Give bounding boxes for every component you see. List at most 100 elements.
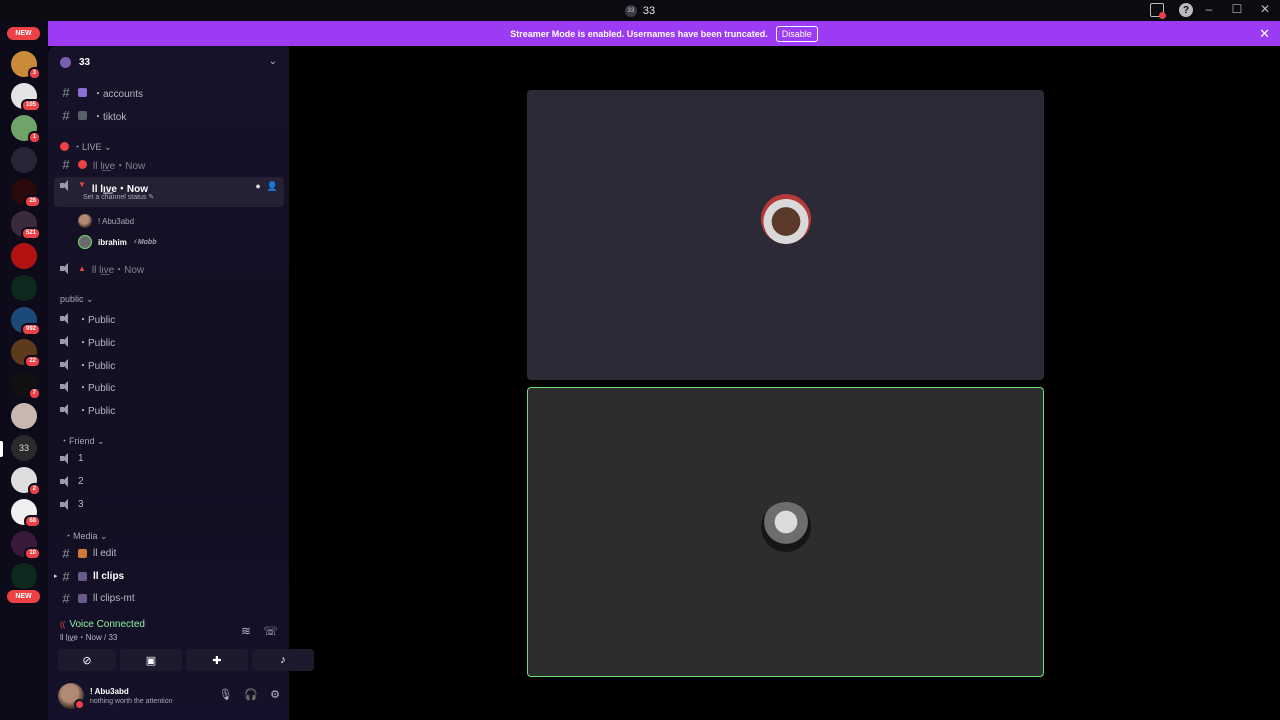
- server-icon-3[interactable]: 1: [11, 115, 41, 144]
- close-window-button[interactable]: ✕: [1258, 2, 1272, 16]
- voice-channel-path[interactable]: ll lι͟ve・Now / 33: [60, 632, 117, 643]
- channel-public-3[interactable]: ・Public: [54, 354, 284, 374]
- server-icon-5[interactable]: 26: [11, 179, 41, 208]
- server-badge: 2: [27, 483, 41, 496]
- soundboard-button[interactable]: ♪: [252, 649, 314, 671]
- server-icon-15[interactable]: 68: [11, 499, 41, 528]
- minimize-button[interactable]: –: [1202, 2, 1216, 16]
- channel-label: ・tiktok: [93, 111, 127, 123]
- camera-off-button[interactable]: ⊘: [58, 649, 116, 671]
- help-icon[interactable]: ?: [1179, 3, 1193, 17]
- user-custom-status: nothing worth the attention: [90, 698, 173, 705]
- noise-suppression-icon[interactable]: ≋: [241, 624, 251, 638]
- chevron-down-icon[interactable]: ⌄: [269, 56, 277, 67]
- channel-sidebar: 33 ⌄ # ・accounts # ・tiktok ・LIVE ⌄ # ll …: [48, 46, 314, 720]
- voice-user-abu3abd[interactable]: ! Abu3abd: [78, 212, 134, 230]
- server-icon-33[interactable]: 33: [11, 435, 37, 461]
- channel-public-1[interactable]: ・Public: [54, 308, 284, 328]
- category-live[interactable]: ・LIVE ⌄: [60, 140, 112, 153]
- category-label: public ⌄: [60, 294, 94, 304]
- channel-live-text[interactable]: # ll lι͟ve・Now: [54, 154, 284, 174]
- channel-friend-1[interactable]: 1: [54, 448, 284, 468]
- channel-public-2[interactable]: ・Public: [54, 331, 284, 351]
- server-icon-16[interactable]: 10: [11, 531, 41, 560]
- server-badge: 521: [20, 227, 41, 240]
- channel-label: ll clips: [93, 570, 125, 582]
- channel-accounts[interactable]: # ・accounts: [54, 82, 284, 102]
- server-badge: 105: [20, 99, 41, 112]
- new-pill-top[interactable]: NEW: [7, 27, 40, 40]
- disable-streamer-mode-button[interactable]: Disable: [775, 25, 818, 42]
- voice-user-tag: ⚡Mobb: [132, 239, 157, 246]
- screen-share-button[interactable]: ▣: [120, 649, 182, 671]
- voice-channel-icon: [60, 262, 72, 274]
- disconnect-icon[interactable]: ☏: [263, 624, 278, 638]
- server-icon-12[interactable]: [11, 403, 37, 429]
- text-channel-icon: #: [62, 590, 70, 606]
- channel-label: ・Public: [78, 337, 116, 349]
- channel-emoji: [78, 159, 87, 169]
- channel-label: ll lι͟ve・Now: [93, 160, 146, 172]
- voice-channel-icon: [60, 358, 72, 370]
- category-friend[interactable]: ・Friend ⌄: [60, 434, 105, 447]
- new-pill-bottom[interactable]: NEW: [7, 590, 40, 603]
- server-header[interactable]: 33 ⌄: [48, 46, 289, 79]
- channel-emoji: [78, 571, 87, 581]
- channel-live-voice-active[interactable]: ▼ ll lι͟ve・Now Set a channel status ✎ ● …: [54, 177, 284, 207]
- microphone-icon[interactable]: 🎙: [218, 688, 232, 701]
- server-icon-17[interactable]: [11, 563, 37, 589]
- participant-avatar-1: [760, 194, 811, 244]
- voice-channel-icon: [60, 380, 72, 392]
- server-icon-11[interactable]: 7: [11, 371, 41, 400]
- activities-button[interactable]: ✚: [186, 649, 248, 671]
- window-title-text: 33: [642, 4, 656, 17]
- user-avatar[interactable]: [58, 683, 85, 710]
- channel-friend-3[interactable]: 3: [54, 494, 284, 514]
- server-icon-14[interactable]: 2: [11, 467, 41, 496]
- set-channel-status[interactable]: Set a channel status ✎: [83, 193, 154, 201]
- gear-icon[interactable]: ⚙: [270, 688, 280, 701]
- channel-label: 3: [78, 498, 84, 510]
- invite-icon[interactable]: 👤: [267, 181, 278, 192]
- channel-friend-2[interactable]: 2: [54, 471, 284, 491]
- server-icon-7[interactable]: [11, 243, 37, 269]
- channel-edit[interactable]: # ll edit: [54, 543, 284, 563]
- chat-bubble-icon[interactable]: ●: [255, 181, 260, 192]
- category-label: ・LIVE ⌄: [73, 142, 112, 152]
- server-icon-1[interactable]: 3: [11, 51, 41, 80]
- server-icon-4[interactable]: [11, 147, 37, 173]
- category-media[interactable]: ・Media ⌄: [60, 529, 108, 542]
- server-icon-2[interactable]: 105: [11, 83, 41, 112]
- channel-live-voice-2[interactable]: ▲ ll lι͟ve・Now: [54, 258, 284, 278]
- unread-arrow-icon: ▸: [54, 573, 58, 580]
- voice-user-name: ibrahim: [98, 237, 127, 247]
- headphones-icon[interactable]: 🎧: [244, 688, 258, 701]
- voice-status-title: Voice Connected: [69, 619, 145, 630]
- voice-channel-icon: [60, 452, 72, 464]
- channel-public-5[interactable]: ・Public: [54, 399, 284, 419]
- inbox-icon[interactable]: [1150, 3, 1166, 19]
- category-public[interactable]: public ⌄: [60, 294, 94, 305]
- voice-tile-2-speaking[interactable]: [527, 387, 1044, 677]
- voice-channel-icon: [60, 475, 72, 487]
- channel-public-4[interactable]: ・Public: [54, 376, 284, 396]
- channel-clips[interactable]: ▸ # ll clips: [54, 566, 284, 586]
- avatar: [78, 235, 92, 249]
- text-channel-icon: #: [62, 545, 70, 561]
- server-icon-10[interactable]: 22: [11, 339, 41, 368]
- category-label: ・Friend ⌄: [60, 436, 105, 446]
- voice-connected-panel: (( Voice Connected ll lι͟ve・Now / 33 ≋ ☏…: [54, 614, 314, 676]
- server-icon-6[interactable]: 521: [11, 211, 41, 240]
- live-marker-icon: ▲: [78, 263, 86, 273]
- voice-user-ibrahim[interactable]: ibrahim ⚡Mobb: [78, 233, 156, 251]
- maximize-button[interactable]: ☐: [1230, 2, 1244, 16]
- participant-avatar-2: [760, 502, 811, 552]
- live-dot-icon: [60, 142, 69, 151]
- server-icon-9[interactable]: 992: [11, 307, 41, 336]
- channel-tiktok[interactable]: # ・tiktok: [54, 105, 284, 125]
- server-icon-8[interactable]: [11, 275, 37, 301]
- banner-close-icon[interactable]: ✕: [1259, 26, 1270, 42]
- channel-clips-mt[interactable]: # ll clips-mt: [54, 588, 284, 608]
- server-header-icon: [60, 57, 71, 68]
- voice-tile-1[interactable]: [527, 90, 1044, 380]
